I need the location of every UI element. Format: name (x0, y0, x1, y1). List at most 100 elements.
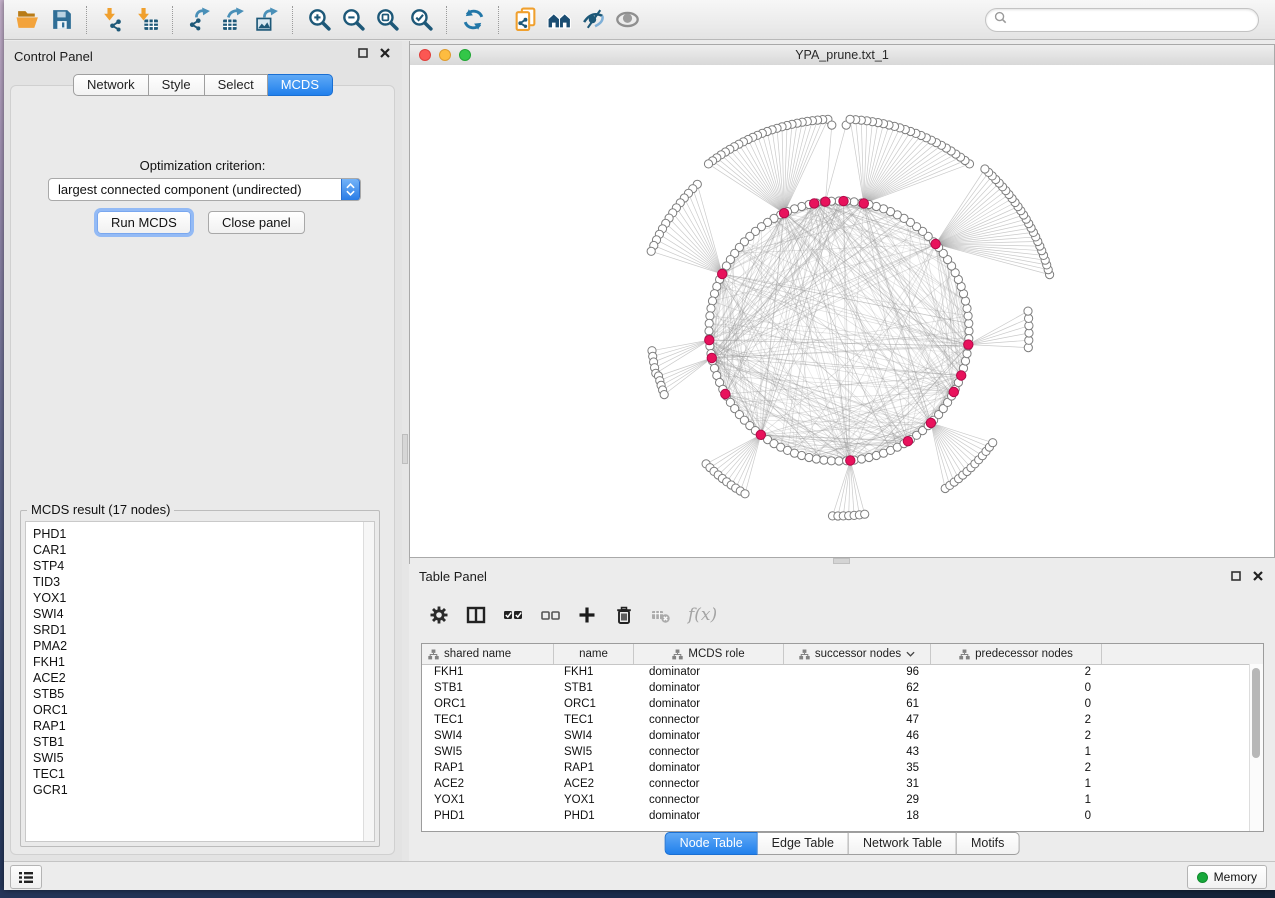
network-node[interactable] (705, 327, 713, 335)
table-row-RAP1[interactable]: RAP1RAP1dominator352 (422, 760, 1250, 776)
network-node[interactable] (957, 371, 966, 380)
criterion-dropdown[interactable]: largest connected component (undirected) (48, 178, 361, 201)
network-node[interactable] (850, 198, 858, 206)
mcds-result-item[interactable]: STP4 (26, 558, 374, 574)
network-node[interactable] (964, 340, 973, 349)
network-node[interactable] (707, 353, 716, 362)
zoom-out-button[interactable] (336, 3, 370, 37)
table-row-TEC1[interactable]: TEC1TEC1connector472 (422, 712, 1250, 728)
table-scrollbar[interactable] (1249, 664, 1263, 831)
column-header-predecessor-nodes[interactable]: predecessor nodes (931, 644, 1102, 664)
network-node[interactable] (820, 456, 828, 464)
close-table-panel-icon[interactable] (1253, 571, 1263, 581)
delete-column-button[interactable] (614, 605, 634, 625)
network-node[interactable] (827, 457, 835, 465)
mcds-result-item[interactable]: PHD1 (26, 526, 374, 542)
network-node[interactable] (931, 239, 940, 248)
network-node[interactable] (989, 439, 997, 447)
table-scrollbar-thumb[interactable] (1252, 668, 1260, 758)
network-node[interactable] (961, 357, 969, 365)
mcds-result-item[interactable]: TID3 (26, 574, 374, 590)
deselect-all-rows-button[interactable] (540, 605, 560, 625)
network-node[interactable] (779, 209, 788, 218)
create-column-button[interactable] (577, 605, 597, 625)
tab-select[interactable]: Select (205, 74, 268, 96)
mcds-result-item[interactable]: SWI5 (26, 750, 374, 766)
import-network-button[interactable] (96, 3, 130, 37)
column-header-shared-name[interactable]: shared name (422, 644, 554, 664)
network-node[interactable] (926, 418, 935, 427)
tab-network[interactable]: Network (73, 74, 149, 96)
export-image-button[interactable] (250, 3, 284, 37)
network-node[interactable] (805, 453, 813, 461)
hide-selected-button[interactable] (576, 3, 610, 37)
zoom-in-button[interactable] (302, 3, 336, 37)
mcds-result-item[interactable]: CAR1 (26, 542, 374, 558)
tab-edge-table[interactable]: Edge Table (758, 832, 849, 855)
network-node[interactable] (741, 490, 749, 498)
zoom-selected-button[interactable] (404, 3, 438, 37)
mcds-result-item[interactable]: GCR1 (26, 782, 374, 798)
export-table-button[interactable] (216, 3, 250, 37)
run-mcds-button[interactable]: Run MCDS (97, 211, 191, 234)
tab-motifs[interactable]: Motifs (957, 832, 1019, 855)
network-window-titlebar[interactable]: YPA_prune.txt_1 (410, 45, 1274, 66)
network-node[interactable] (965, 319, 973, 327)
network-node[interactable] (708, 297, 716, 305)
column-header-name[interactable]: name (554, 644, 634, 664)
network-node[interactable] (721, 389, 730, 398)
mcds-result-item[interactable]: STB1 (26, 734, 374, 750)
network-node[interactable] (981, 165, 989, 173)
mcds-result-item[interactable]: SWI4 (26, 606, 374, 622)
open-file-button[interactable] (10, 3, 44, 37)
network-canvas[interactable] (410, 65, 1274, 557)
network-node[interactable] (704, 160, 712, 168)
search-box[interactable] (985, 8, 1259, 32)
table-row-ACE2[interactable]: ACE2ACE2connector311 (422, 776, 1250, 792)
network-node[interactable] (949, 387, 958, 396)
mcds-result-item[interactable]: ORC1 (26, 702, 374, 718)
network-node[interactable] (965, 327, 973, 335)
automation-panel-button[interactable] (10, 865, 42, 889)
memory-button[interactable]: Memory (1187, 865, 1267, 889)
table-row-SWI4[interactable]: SWI4SWI4dominator462 (422, 728, 1250, 744)
network-node[interactable] (859, 199, 868, 208)
network-node[interactable] (705, 335, 714, 344)
network-node[interactable] (1024, 307, 1032, 315)
tab-style[interactable]: Style (149, 74, 205, 96)
mcds-result-list[interactable]: PHD1CAR1STP4TID3YOX1SWI4SRD1PMA2FKH1ACE2… (25, 521, 375, 842)
first-neighbors-button[interactable] (542, 3, 576, 37)
mcds-result-item[interactable]: SRD1 (26, 622, 374, 638)
network-node[interactable] (821, 197, 830, 206)
mcds-result-item[interactable]: YOX1 (26, 590, 374, 606)
table-settings-button[interactable] (429, 605, 449, 625)
mcds-result-item[interactable]: ACE2 (26, 670, 374, 686)
network-node[interactable] (718, 269, 727, 278)
network-node[interactable] (963, 350, 971, 358)
mcds-result-item[interactable]: FKH1 (26, 654, 374, 670)
tab-node-table[interactable]: Node Table (665, 832, 758, 855)
table-row-PHD1[interactable]: PHD1PHD1dominator180 (422, 808, 1250, 824)
mcds-result-item[interactable]: PMA2 (26, 638, 374, 654)
mcds-result-item[interactable]: TEC1 (26, 766, 374, 782)
network-node[interactable] (858, 455, 866, 463)
table-row-FKH1[interactable]: FKH1FKH1dominator962 (422, 664, 1250, 680)
show-column-panel-button[interactable] (466, 605, 486, 625)
select-all-rows-button[interactable] (503, 605, 523, 625)
export-network-button[interactable] (182, 3, 216, 37)
network-node[interactable] (839, 196, 848, 205)
close-panel-button[interactable]: Close panel (208, 211, 305, 234)
close-panel-icon[interactable] (380, 48, 390, 58)
network-node[interactable] (903, 437, 912, 446)
network-node[interactable] (846, 456, 855, 465)
network-node[interactable] (705, 319, 713, 327)
network-node[interactable] (706, 312, 714, 320)
network-node[interactable] (963, 304, 971, 312)
table-row-ORC1[interactable]: ORC1ORC1dominator610 (422, 696, 1250, 712)
search-input[interactable] (1012, 12, 1258, 28)
apply-layout-button[interactable] (456, 3, 490, 37)
network-node[interactable] (660, 391, 668, 399)
network-node[interactable] (756, 430, 765, 439)
network-node[interactable] (707, 304, 715, 312)
table-row-YOX1[interactable]: YOX1YOX1connector291 (422, 792, 1250, 808)
